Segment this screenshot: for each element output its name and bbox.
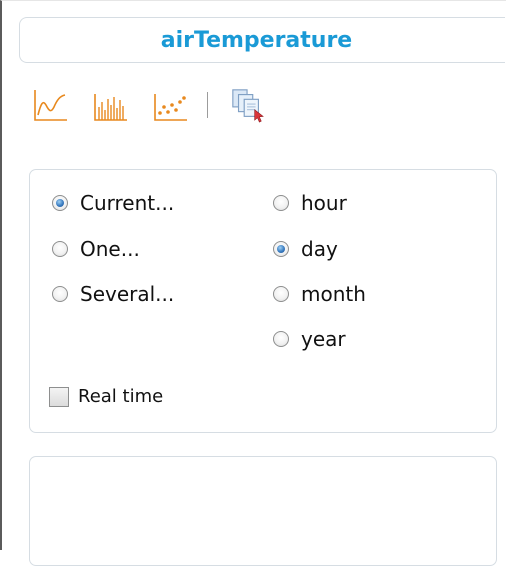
radio-button[interactable] [52, 286, 68, 302]
radio-period-day[interactable]: day [273, 237, 338, 261]
radio-range-one[interactable]: One... [52, 237, 140, 261]
toolbar [33, 86, 290, 124]
radio-button[interactable] [273, 331, 289, 347]
page-title: airTemperature [160, 27, 353, 53]
radio-range-current[interactable]: Current... [52, 191, 174, 215]
line-chart-button[interactable] [33, 87, 69, 123]
scatter-chart-button[interactable] [153, 87, 189, 123]
radio-period-year[interactable]: year [273, 327, 346, 351]
radio-button[interactable] [273, 286, 289, 302]
radio-button-checked[interactable] [52, 195, 68, 211]
radio-period-month[interactable]: month [273, 282, 366, 306]
title-box: airTemperature [19, 17, 505, 63]
radio-button[interactable] [52, 241, 68, 257]
bar-chart-icon [94, 94, 127, 121]
radio-button[interactable] [273, 195, 289, 211]
radio-label: day [301, 237, 338, 261]
realtime-checkbox-row[interactable]: Real time [49, 386, 163, 407]
radio-button-checked[interactable] [273, 241, 289, 257]
radio-label: month [301, 282, 366, 306]
radio-label: One... [80, 237, 140, 261]
toolbar-separator [207, 92, 208, 118]
bar-chart-button[interactable] [93, 87, 129, 123]
radio-period-hour[interactable]: hour [273, 191, 347, 215]
line-chart-icon [34, 90, 67, 121]
scatter-chart-icon [154, 94, 187, 121]
copy-button[interactable] [230, 87, 266, 123]
radio-range-several[interactable]: Several... [52, 282, 174, 306]
realtime-checkbox[interactable] [49, 386, 69, 407]
radio-label: hour [301, 191, 347, 215]
radio-label: Current... [80, 191, 175, 215]
copy-documents-icon [232, 89, 264, 123]
realtime-label: Real time [78, 386, 164, 407]
radio-label: Several... [80, 282, 175, 306]
radio-label: year [301, 327, 346, 351]
